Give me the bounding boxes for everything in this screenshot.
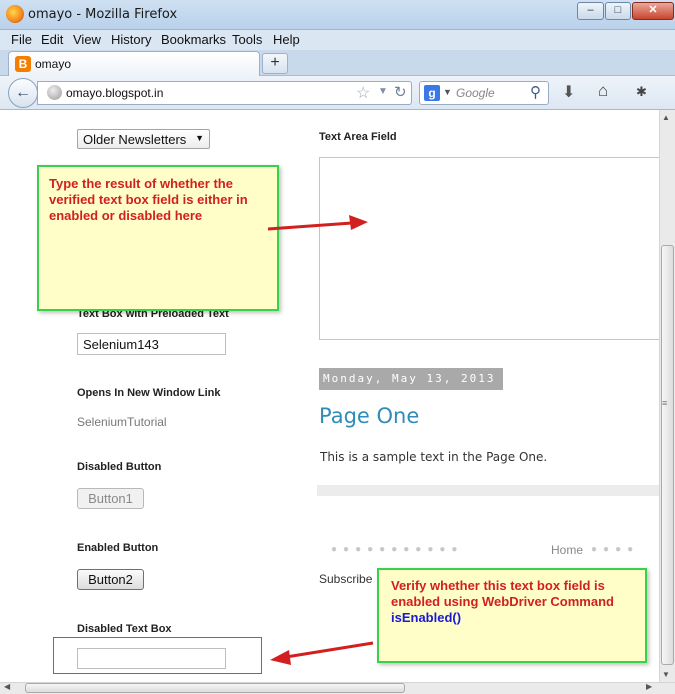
scroll-grip-icon: ≡ — [662, 398, 668, 408]
vertical-scroll-thumb[interactable] — [661, 245, 674, 665]
annotation-arrows — [267, 215, 374, 665]
arrow-to-text-area — [267, 215, 368, 231]
scroll-left-icon[interactable]: ◀ — [4, 682, 10, 691]
scroll-right-icon[interactable]: ▶ — [646, 682, 652, 691]
scroll-up-icon[interactable]: ▲ — [662, 113, 670, 122]
horizontal-scroll-thumb[interactable] — [25, 683, 405, 693]
arrow-to-disabled-textbox — [270, 641, 374, 665]
scroll-down-icon[interactable]: ▼ — [662, 670, 670, 679]
